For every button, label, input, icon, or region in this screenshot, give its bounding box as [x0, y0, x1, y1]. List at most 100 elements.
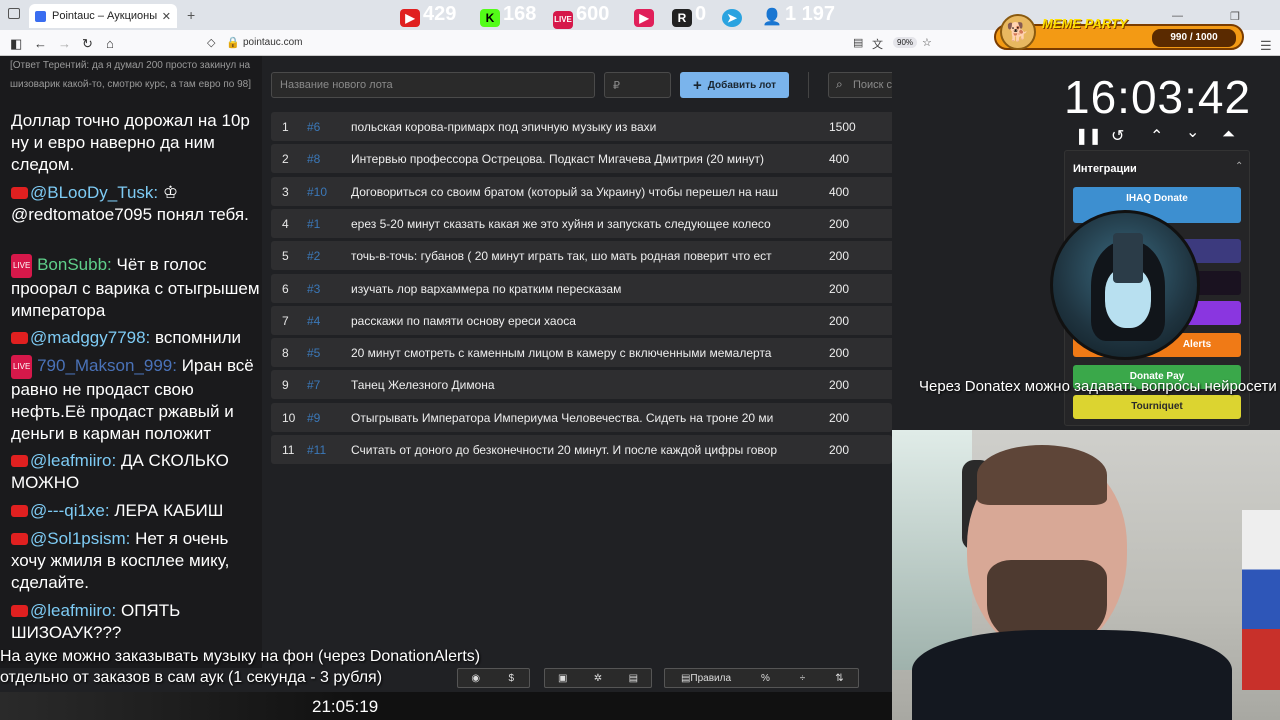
chevron-down-icon[interactable]: ⌄ [1186, 122, 1199, 142]
percent-icon[interactable]: % [747, 673, 784, 684]
github-icon[interactable]: ◉ [458, 673, 494, 684]
crown-icon: ♔ [162, 183, 179, 202]
lot-id[interactable]: #8 [307, 152, 320, 166]
lot-id[interactable]: #2 [307, 249, 320, 263]
youtube-viewers: ▶ 429 [400, 3, 456, 27]
lot-id[interactable]: #1 [307, 217, 320, 231]
sidebar-icon[interactable]: ◧ [10, 36, 22, 52]
lot-id[interactable]: #7 [307, 378, 320, 392]
tourniquet-button[interactable]: Tourniquet [1073, 395, 1241, 419]
viewers-icon: 👤 [762, 9, 782, 26]
rutube-count: 0 [695, 3, 707, 25]
bookmark-star-icon[interactable]: ☆ [922, 36, 932, 49]
shield-icon[interactable]: ◇ [207, 36, 215, 49]
chat-reply-text: [Ответ Терентий: да я думал 200 просто з… [10, 60, 251, 90]
window-menu-icon[interactable] [8, 8, 20, 19]
lot-id[interactable]: #11 [307, 443, 326, 457]
collapse-icon[interactable]: ⌃ [1235, 161, 1243, 172]
lot-name[interactable]: польская корова-примарх под эпичную музы… [351, 120, 801, 134]
rutube-icon: R [672, 9, 692, 27]
chat-nick: 790_Makson_999: [37, 356, 177, 375]
reload-icon[interactable]: ↻ [82, 36, 93, 52]
lot-id[interactable]: #9 [307, 411, 320, 425]
history-icon[interactable]: ▤ [616, 673, 651, 684]
forward-icon[interactable]: → [58, 36, 71, 51]
vklive-icon: LIVE [11, 254, 33, 278]
lot-row[interactable]: 10 #9 Отыгрывать Императора Империума Чело… [271, 402, 1009, 432]
save-icon[interactable]: ▣ [545, 673, 580, 684]
home-icon[interactable]: ⌂ [106, 36, 114, 51]
menu-icon[interactable]: ☰ [1260, 38, 1272, 54]
lot-number: 2 [282, 152, 289, 167]
meme-party-widget: 🐕 MEME PARTY 990 / 1000 [994, 14, 1244, 54]
vklive-viewers: LIVE 600 [553, 3, 609, 29]
plus-icon: + [693, 76, 702, 94]
lot-amount[interactable]: 200 [829, 346, 849, 360]
lot-number: 8 [282, 346, 289, 361]
lot-name[interactable]: Интервью профессора Острецова. Подкаст М… [351, 152, 801, 166]
new-tab-icon[interactable]: + [187, 7, 195, 23]
rules-label: Правила [690, 672, 732, 684]
lot-amount[interactable]: 200 [829, 249, 849, 263]
vklive-icon: LIVE [553, 11, 573, 29]
lot-id[interactable]: #3 [307, 282, 320, 296]
zoom-level[interactable]: 90% [893, 37, 918, 48]
doge-icon: 🐕 [1000, 14, 1036, 50]
vklive-count: 600 [576, 3, 610, 25]
lot-name[interactable]: 20 минут смотреть с каменным лицом в кам… [351, 346, 801, 360]
stream-stats-bar [0, 692, 892, 720]
chat-nick: @leafmiiro: [30, 601, 117, 620]
lot-number: 9 [282, 378, 289, 393]
telegram-indicator: ➤ [722, 3, 745, 27]
lot-name-input[interactable]: Название нового лота [271, 72, 595, 98]
bottom-toolbar-group: ▤ Правила% ÷ ⇅ [664, 668, 859, 688]
double-chevron-up-icon[interactable]: ⏶ [1222, 126, 1235, 144]
lot-amount[interactable]: 200 [829, 314, 849, 328]
reader-icon[interactable]: ▤ [853, 36, 863, 49]
lot-name[interactable]: точь-в-точь: губанов ( 20 минут играть т… [351, 249, 801, 263]
lot-name[interactable]: Танец Железного Димона [351, 378, 801, 392]
lot-amount[interactable]: 200 [829, 411, 849, 425]
lot-amount[interactable]: 400 [829, 185, 849, 199]
lot-amount[interactable]: 200 [829, 217, 849, 231]
lot-name[interactable]: ерез 5-20 минут сказать какая же это хуй… [351, 217, 801, 231]
lot-name[interactable]: изучать лор вархаммера по кратким переск… [351, 282, 801, 296]
lot-id[interactable]: #10 [307, 185, 327, 199]
pause-icon[interactable]: ❚❚ [1075, 126, 1102, 146]
donatex-overlay-text: Через Donatex можно задавать вопросы ней… [919, 378, 1277, 395]
lot-id[interactable]: #4 [307, 314, 320, 328]
lot-row[interactable]: 11 #11 Считать от доного до безконечности … [271, 435, 892, 464]
youtube-icon [11, 187, 28, 199]
lot-name[interactable]: Считать от доного до безконечности 20 ми… [351, 443, 801, 457]
lot-id[interactable]: #5 [307, 346, 320, 360]
rules-button[interactable]: ▤ Правила [665, 673, 747, 684]
reset-icon[interactable]: ↺ [1111, 126, 1124, 146]
lot-number: 10 [282, 410, 296, 425]
lot-name[interactable]: Отыгрывать Императора Империума Человече… [351, 411, 801, 425]
back-icon[interactable]: ← [34, 36, 47, 51]
close-tab-icon[interactable]: ✕ [162, 10, 171, 23]
split-icon[interactable]: ÷ [784, 673, 821, 684]
bug-icon[interactable]: ✲ [580, 673, 615, 684]
lot-amount[interactable]: 200 [829, 282, 849, 296]
lot-name[interactable]: расскажи по памяти основу ереси хаоса [351, 314, 801, 328]
add-lot-button[interactable]: + Добавить лот [680, 72, 789, 98]
lot-id[interactable]: #6 [307, 120, 320, 134]
lot-amount[interactable]: 400 [829, 152, 849, 166]
browser-tab[interactable]: Pointauc – Аукционы, лотереи ✕ [29, 4, 177, 28]
lot-number: 7 [282, 313, 289, 328]
url-text[interactable]: pointauc.com [243, 37, 302, 48]
vklive-icon: LIVE [11, 355, 33, 379]
lot-amount-input[interactable]: ₽ [604, 72, 671, 98]
lot-amount[interactable]: 200 [829, 443, 849, 457]
lot-amount[interactable]: 1500 [829, 120, 856, 134]
donate-dollar-icon[interactable]: $ [494, 673, 530, 684]
lot-amount[interactable]: 200 [829, 378, 849, 392]
vkplay-indicator: ▶ [634, 3, 657, 27]
vtuber-avatar [1050, 210, 1200, 360]
youtube-count: 429 [423, 3, 457, 25]
sort-icon[interactable]: ⇅ [821, 673, 858, 684]
translate-icon[interactable]: 文 [872, 36, 883, 52]
lot-name[interactable]: Договориться со своим братом (который за… [351, 185, 801, 199]
chevron-up-icon[interactable]: ⌃ [1150, 126, 1163, 146]
